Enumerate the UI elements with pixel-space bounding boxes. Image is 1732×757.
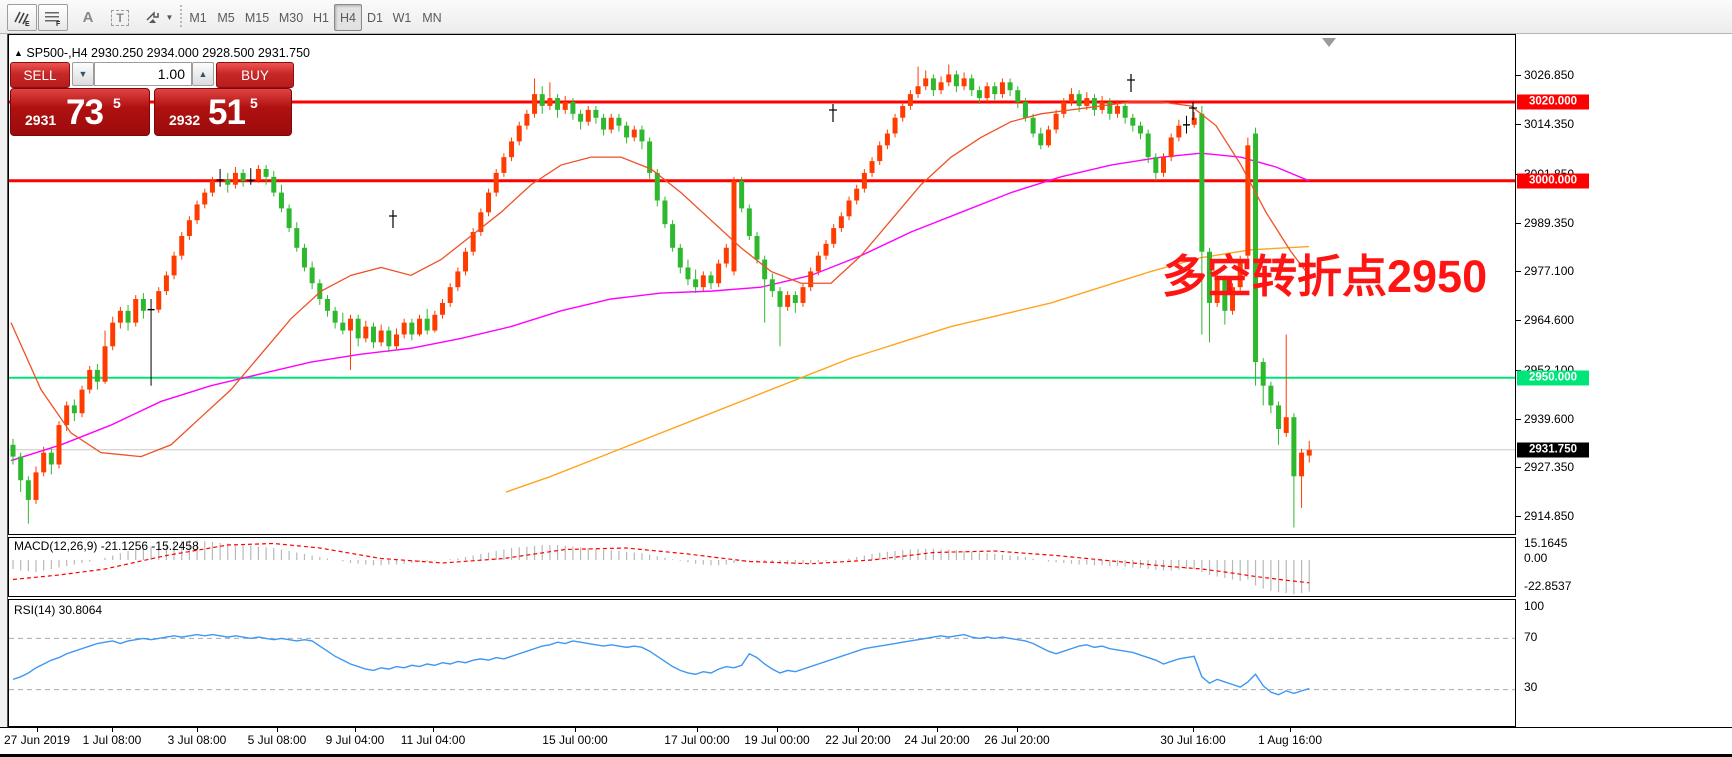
time-tick-label: 17 Jul 00:00 xyxy=(664,733,729,747)
time-tick-label: 24 Jul 20:00 xyxy=(904,733,969,747)
price-level-chip: 2950.000 xyxy=(1517,370,1589,385)
tf-h4[interactable]: H4 xyxy=(334,4,362,31)
rsi-tick-label: 30 xyxy=(1524,680,1537,694)
time-tick-mark xyxy=(355,728,356,732)
price-tick-label: 2989.350 xyxy=(1524,216,1574,230)
toolbar: E F A T ▼ M1 M5 M15 M30 H1 H4 xyxy=(0,0,1732,34)
svg-text:F: F xyxy=(56,21,61,27)
price-tick-label: 3014.350 xyxy=(1524,117,1574,131)
price-tick-mark xyxy=(1516,320,1521,321)
price-tick-label: 2914.850 xyxy=(1524,509,1574,523)
macd-label: MACD(12,26,9) -21.1256 -15.2458 xyxy=(14,539,199,553)
bid-price-small: 2931 xyxy=(25,112,56,128)
rsi-pane[interactable] xyxy=(8,599,1516,727)
price-tick-label: 3026.850 xyxy=(1524,68,1574,82)
buy-button[interactable]: BUY xyxy=(216,62,294,88)
chart-expert-icon[interactable]: E xyxy=(7,4,37,31)
window-left-edge xyxy=(0,34,8,751)
price-tick-label: 2927.350 xyxy=(1524,460,1574,474)
time-tick-mark xyxy=(112,728,113,732)
price-tick-mark xyxy=(1516,516,1521,517)
price-tick-label: 2964.600 xyxy=(1524,313,1574,327)
price-tick-mark xyxy=(1516,419,1521,420)
ask-price-panel[interactable]: 2932 51 5 xyxy=(154,88,292,136)
price-tick-mark xyxy=(1516,223,1521,224)
price-tick-mark xyxy=(1516,124,1521,125)
rsi-label: RSI(14) 30.8064 xyxy=(14,603,102,617)
time-tick-mark xyxy=(777,728,778,732)
time-tick-label: 22 Jul 20:00 xyxy=(825,733,890,747)
price-level-chip: 2931.750 xyxy=(1517,442,1589,457)
chart-shift-marker-icon[interactable] xyxy=(1322,38,1336,47)
bid-price-panel[interactable]: 2931 73 5 xyxy=(10,88,150,136)
text-box-icon[interactable]: T xyxy=(106,4,134,31)
price-tick-mark xyxy=(1516,271,1521,272)
time-tick-label: 1 Aug 16:00 xyxy=(1258,733,1322,747)
rsi-tick-label: 100 xyxy=(1524,599,1544,613)
ask-price-big: 51 xyxy=(208,93,245,133)
ask-price-small: 2932 xyxy=(169,112,200,128)
text-a-icon[interactable]: A xyxy=(76,4,100,31)
symbol-arrow-icon: ▲ xyxy=(14,48,23,58)
tf-w1[interactable]: W1 xyxy=(388,4,416,31)
tf-m5[interactable]: M5 xyxy=(212,4,240,31)
bid-price-sup: 5 xyxy=(113,95,121,111)
time-tick-mark xyxy=(937,728,938,732)
macd-tick-label: 15.1645 xyxy=(1524,536,1567,550)
time-tick-mark xyxy=(1193,728,1194,732)
time-tick-label: 27 Jun 2019 xyxy=(4,733,70,747)
price-level-chip: 3020.000 xyxy=(1517,95,1589,110)
time-tick-mark xyxy=(37,728,38,732)
time-tick-mark xyxy=(197,728,198,732)
time-tick-label: 15 Jul 00:00 xyxy=(542,733,607,747)
time-tick-label: 1 Jul 08:00 xyxy=(83,733,142,747)
indicator-grid-icon[interactable]: F xyxy=(38,4,68,31)
tf-m1[interactable]: M1 xyxy=(184,4,212,31)
price-tick-label: 2977.100 xyxy=(1524,264,1574,278)
symbol-ohlc-text: SP500-,H4 2930.250 2934.000 2928.500 293… xyxy=(26,46,310,60)
time-tick-label: 30 Jul 16:00 xyxy=(1160,733,1225,747)
macd-pane[interactable] xyxy=(8,537,1516,597)
ask-price-sup: 5 xyxy=(250,95,258,111)
macd-tick-label: 0.00 xyxy=(1524,551,1547,565)
price-tick-mark xyxy=(1516,75,1521,76)
tf-d1[interactable]: D1 xyxy=(362,4,388,31)
tf-mn[interactable]: MN xyxy=(416,4,448,31)
price-tick-mark xyxy=(1516,467,1521,468)
time-tick-label: 3 Jul 08:00 xyxy=(168,733,227,747)
toolbar-separator xyxy=(180,5,182,27)
volume-input[interactable] xyxy=(94,62,192,86)
time-tick-mark xyxy=(433,728,434,732)
time-tick-mark xyxy=(858,728,859,732)
chart-annotation: 多空转折点2950 xyxy=(1162,240,1487,305)
chevron-down-icon: ▼ xyxy=(166,13,174,22)
time-tick-label: 26 Jul 20:00 xyxy=(984,733,1049,747)
macd-tick-label: -22.8537 xyxy=(1524,579,1571,593)
time-tick-label: 5 Jul 08:00 xyxy=(248,733,307,747)
tf-m30[interactable]: M30 xyxy=(274,4,308,31)
cursor-arrows-icon[interactable]: ▼ xyxy=(141,4,177,31)
time-tick-label: 9 Jul 04:00 xyxy=(326,733,385,747)
chart-title: ▲ SP500-,H4 2930.250 2934.000 2928.500 2… xyxy=(14,46,310,60)
price-level-chip: 3000.000 xyxy=(1517,173,1589,188)
time-tick-mark xyxy=(1290,728,1291,732)
time-tick-mark xyxy=(277,728,278,732)
volume-up-button[interactable]: ▲ xyxy=(192,62,214,86)
sell-button[interactable]: SELL xyxy=(10,62,70,88)
time-tick-mark xyxy=(575,728,576,732)
time-tick-mark xyxy=(1017,728,1018,732)
tf-h1[interactable]: H1 xyxy=(308,4,334,31)
price-tick-label: 2939.600 xyxy=(1524,412,1574,426)
time-tick-label: 11 Jul 04:00 xyxy=(401,733,466,747)
time-axis[interactable]: 27 Jun 2019 1 Jul 08:00 3 Jul 08:00 5 Jul 0… xyxy=(0,727,1732,752)
svg-text:E: E xyxy=(25,21,30,27)
trading-terminal: E F A T ▼ M1 M5 M15 M30 H1 H4 xyxy=(0,0,1732,757)
time-tick-mark xyxy=(697,728,698,732)
rsi-tick-label: 70 xyxy=(1524,630,1537,644)
tf-m15[interactable]: M15 xyxy=(240,4,274,31)
volume-down-button[interactable]: ▼ xyxy=(72,62,94,86)
time-tick-label: 19 Jul 00:00 xyxy=(744,733,809,747)
bid-price-big: 73 xyxy=(66,93,103,133)
price-axis[interactable]: 3026.8503014.3503001.8502989.3502977.100… xyxy=(1516,34,1732,727)
